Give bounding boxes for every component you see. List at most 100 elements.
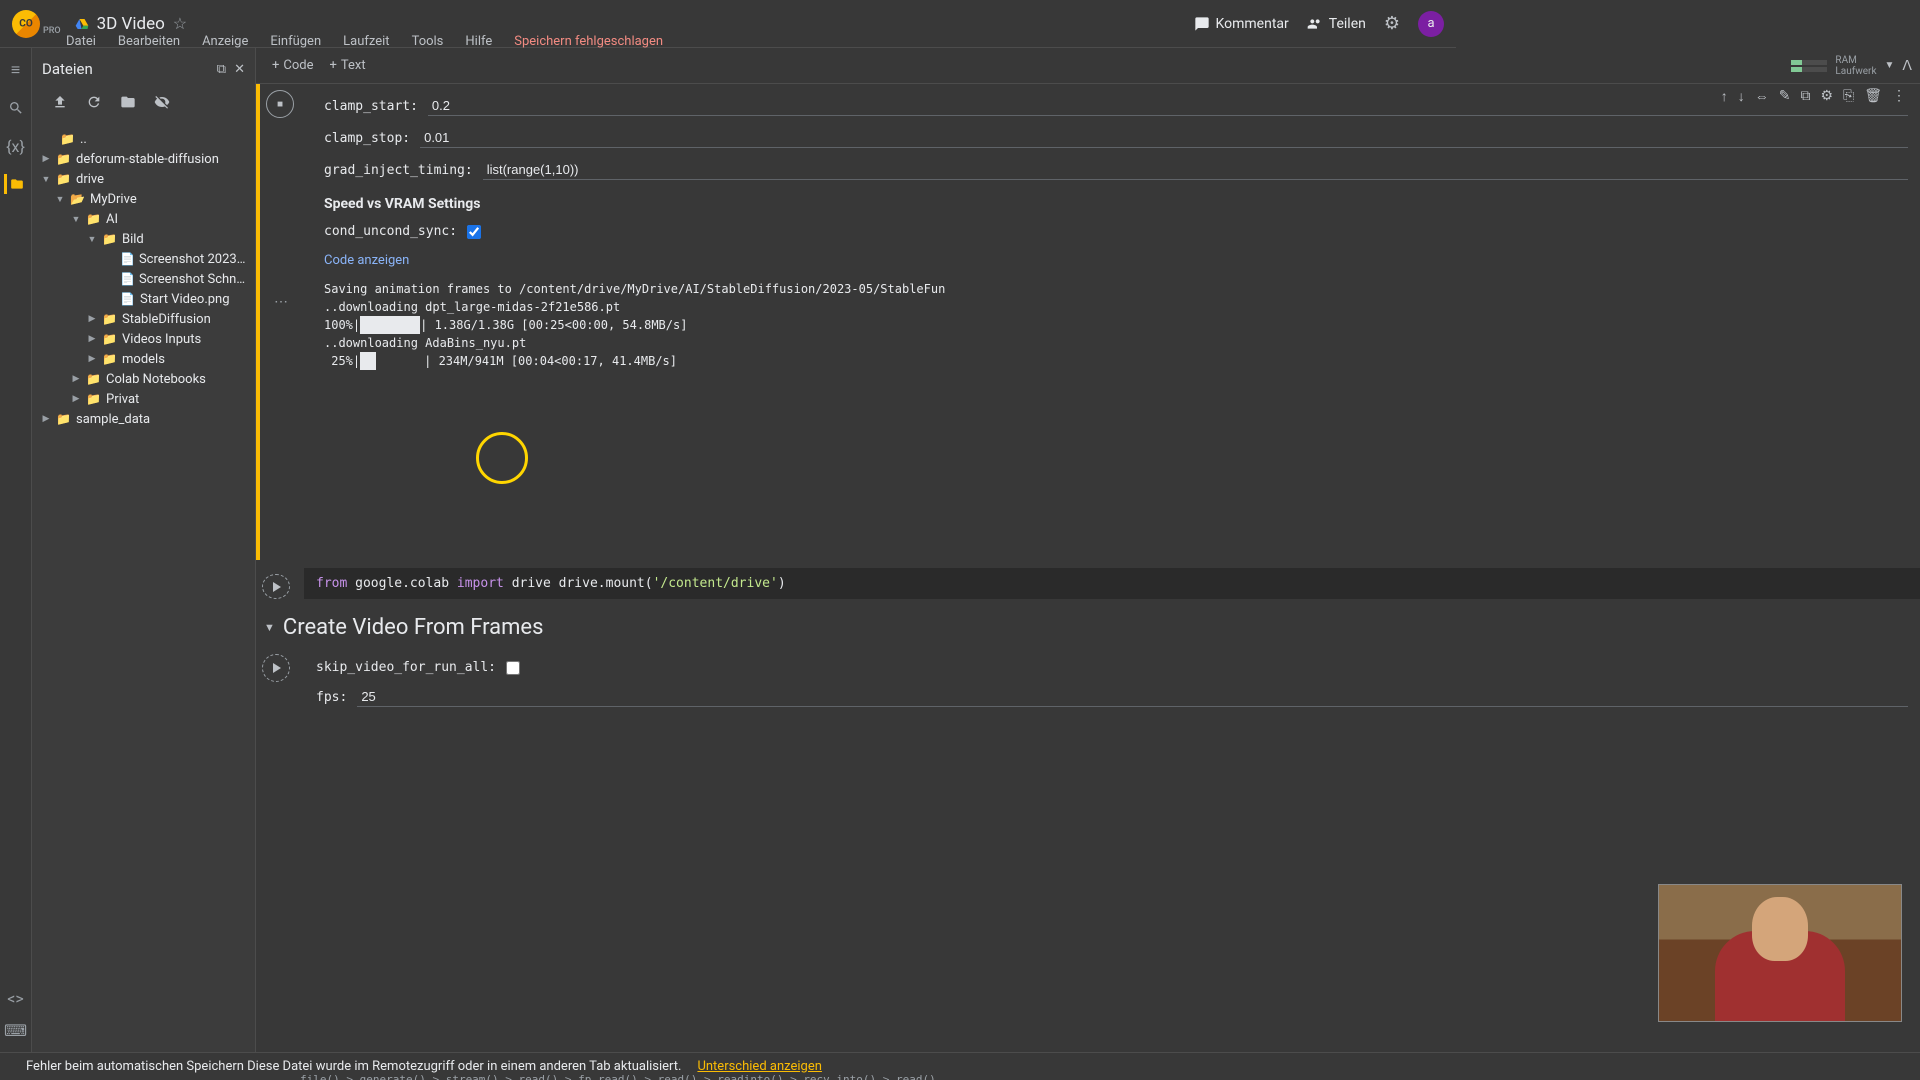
move-up-icon[interactable]: ↑ — [1721, 88, 1728, 105]
clamp-stop-input[interactable] — [420, 128, 1908, 148]
share-icon — [1307, 16, 1323, 32]
tree-file[interactable]: 📄Start Video.png — [36, 289, 251, 309]
edit-icon[interactable]: ✎ — [1779, 88, 1791, 105]
fps-input[interactable] — [357, 687, 1908, 707]
tree-colab[interactable]: ▶📁Colab Notebooks — [36, 369, 251, 389]
tree-up[interactable]: 📁.. — [36, 129, 251, 149]
drive-folder-icon: 📂 — [70, 192, 86, 206]
variables-icon[interactable]: {x} — [6, 136, 26, 156]
expand-icon[interactable]: ▶ — [70, 394, 82, 404]
section-heading[interactable]: ▼ Create Video From Frames — [256, 599, 1920, 648]
file-icon: 📄 — [120, 292, 136, 306]
collapse-icon[interactable]: ▼ — [86, 234, 98, 245]
gear-icon[interactable]: ⚙ — [1820, 88, 1833, 105]
collapse-icon[interactable]: ▼ — [54, 194, 66, 205]
ram-label: RAM — [1835, 55, 1876, 66]
folder-icon: 📁 — [102, 312, 118, 326]
tree-ai[interactable]: ▼📁AI — [36, 209, 251, 229]
clamp-start-input[interactable] — [428, 96, 1908, 116]
more-icon[interactable]: ⋮ — [1892, 88, 1906, 105]
output-menu-icon[interactable]: ⋯ — [274, 294, 288, 310]
tree-file[interactable]: 📄Screenshot 2023-05-1... — [36, 249, 251, 269]
left-rail: ≡ {x} <> ⌨ — [0, 48, 32, 1080]
clamp-start-label: clamp_start: — [324, 99, 418, 114]
link-icon[interactable]: ⇔ — [1755, 88, 1769, 105]
folder-icon: 📁 — [86, 372, 102, 386]
files-icon[interactable] — [4, 174, 24, 194]
cell-output: Saving animation frames to /content/driv… — [324, 276, 1908, 374]
skip-video-checkbox[interactable] — [506, 661, 520, 675]
move-down-icon[interactable]: ↓ — [1738, 88, 1745, 105]
expand-icon[interactable]: ▶ — [40, 414, 52, 424]
folder-icon: 📁 — [102, 332, 118, 346]
collapse-section-icon[interactable]: ▼ — [264, 621, 275, 634]
tree-sample[interactable]: ▶📁sample_data — [36, 409, 251, 429]
grad-inject-label: grad_inject_timing: — [324, 163, 473, 178]
tree-file[interactable]: 📄Screenshot Schnipps.... — [36, 269, 251, 289]
search-icon[interactable] — [6, 98, 26, 118]
code-snippets-icon[interactable]: <> — [6, 988, 26, 1008]
tree-sd[interactable]: ▶📁StableDiffusion — [36, 309, 251, 329]
code-cell[interactable]: from google.colab import drive drive.mou… — [256, 568, 1920, 599]
tree-privat[interactable]: ▶📁Privat — [36, 389, 251, 409]
grad-inject-input[interactable] — [483, 160, 1908, 180]
stop-cell-button[interactable] — [266, 90, 294, 118]
expand-icon[interactable]: ▶ — [86, 314, 98, 324]
code-editor[interactable]: from google.colab import drive drive.mou… — [304, 568, 1920, 599]
collapse-icon[interactable]: ▼ — [40, 174, 52, 185]
delete-icon[interactable]: 🗑 — [1864, 88, 1882, 105]
tree-vi[interactable]: ▶📁Videos Inputs — [36, 329, 251, 349]
run-cell-button[interactable] — [262, 654, 290, 682]
tree-mydrive[interactable]: ▼📂MyDrive — [36, 189, 251, 209]
add-code-button[interactable]: + Code — [264, 54, 322, 77]
settings-icon[interactable]: ⚙ — [1384, 13, 1400, 34]
share-button[interactable]: Teilen — [1307, 16, 1366, 32]
ram-bar — [1791, 60, 1827, 65]
close-sidebar-icon[interactable]: ✕ — [234, 62, 245, 77]
mount-drive-icon[interactable] — [120, 94, 136, 115]
show-diff-link[interactable]: Unterschied anzeigen — [697, 1059, 821, 1074]
fps-label: fps: — [316, 690, 347, 705]
webcam-head — [1752, 897, 1808, 961]
clamp-stop-label: clamp_stop: — [324, 131, 410, 146]
expand-icon[interactable]: ▶ — [70, 374, 82, 384]
form-cell[interactable]: ↑ ↓ ⇔ ✎ ⧉ ⚙ ⎘ 🗑 ⋮ clamp_start: clamp_sto… — [256, 84, 1920, 560]
comment-icon — [1194, 16, 1210, 32]
folder-icon: 📁 — [56, 172, 72, 186]
cond-uncond-checkbox[interactable] — [467, 225, 481, 239]
show-code-link[interactable]: Code anzeigen — [324, 245, 409, 276]
terminal-icon[interactable]: ⌨ — [6, 1020, 26, 1040]
mirror-icon[interactable]: ⧉ — [1800, 88, 1810, 105]
tree-deforum[interactable]: ▶📁deforum-stable-diffusion — [36, 149, 251, 169]
collapse-icon[interactable]: ▼ — [70, 214, 82, 225]
comment-button[interactable]: Kommentar — [1194, 16, 1289, 32]
toolbar: + Code + Text RAM Laufwerk ▼ ᐱ — [256, 48, 1920, 84]
expand-icon[interactable]: ▶ — [86, 334, 98, 344]
run-cell-button[interactable] — [262, 574, 290, 599]
speed-vram-heading: Speed vs VRAM Settings — [324, 186, 1908, 218]
resource-indicator[interactable]: RAM Laufwerk ▼ — [1791, 55, 1894, 77]
expand-icon[interactable]: ▶ — [86, 354, 98, 364]
files-sidebar: Dateien ⧉ ✕ 📁.. ▶📁deforum-stable-diffusi… — [32, 48, 256, 1080]
skip-video-label: skip_video_for_run_all: — [316, 660, 496, 675]
refresh-icon[interactable] — [86, 94, 102, 115]
toc-icon[interactable]: ≡ — [6, 60, 26, 80]
cond-uncond-label: cond_uncond_sync: — [324, 224, 457, 239]
resource-dropdown-icon[interactable]: ▼ — [1885, 60, 1895, 71]
expand-icon[interactable]: ▶ — [40, 154, 52, 164]
file-tree[interactable]: 📁.. ▶📁deforum-stable-diffusion ▼📁drive ▼… — [32, 127, 255, 1080]
colab-logo — [12, 10, 40, 38]
tree-bild[interactable]: ▼📁Bild — [36, 229, 251, 249]
avatar[interactable]: a — [1418, 11, 1444, 37]
form-cell[interactable]: skip_video_for_run_all: fps: — [256, 648, 1920, 719]
add-text-button[interactable]: + Text — [322, 54, 374, 77]
collapse-toolbar-icon[interactable]: ᐱ — [1902, 58, 1912, 74]
new-window-icon[interactable]: ⧉ — [217, 62, 226, 77]
upload-icon[interactable] — [52, 94, 68, 115]
copy-icon[interactable]: ⎘ — [1843, 88, 1854, 105]
tree-models[interactable]: ▶📁models — [36, 349, 251, 369]
tree-drive[interactable]: ▼📁drive — [36, 169, 251, 189]
file-icon: 📄 — [120, 272, 135, 286]
file-icon: 📄 — [120, 252, 135, 266]
hide-icon[interactable] — [154, 94, 170, 115]
